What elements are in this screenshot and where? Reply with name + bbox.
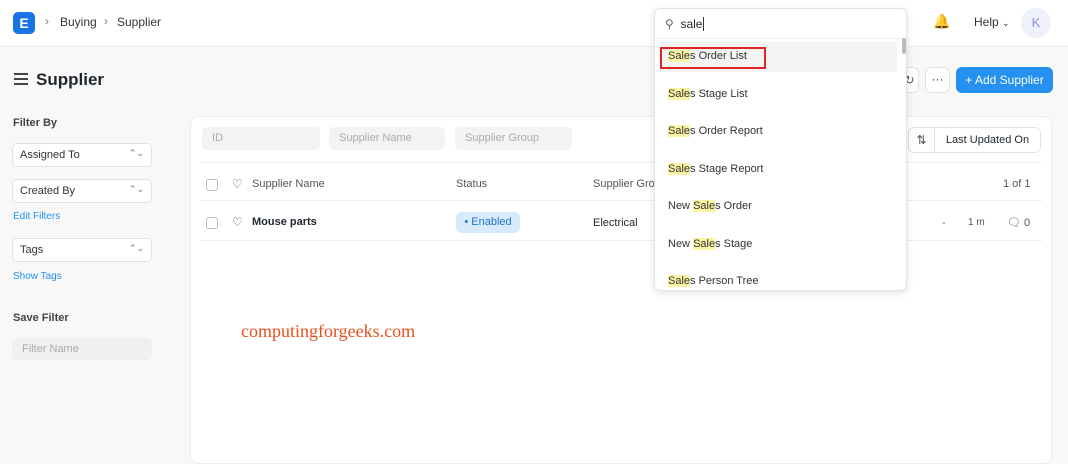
- tags-select[interactable]: Tags ⌃⌄: [12, 238, 152, 262]
- chevron-right-icon: ›: [45, 14, 49, 28]
- add-supplier-button[interactable]: + Add Supplier: [956, 67, 1053, 93]
- select-all-checkbox[interactable]: [206, 179, 218, 191]
- result-text: s Stage List: [690, 87, 748, 100]
- match-highlight: Sale: [668, 125, 691, 137]
- assigned-to-label: Assigned To: [20, 149, 80, 161]
- row-checkbox[interactable]: [206, 217, 218, 229]
- comment-icon: 🗨: [1007, 217, 1021, 229]
- help-menu[interactable]: Help ⌄: [974, 15, 1010, 29]
- page-title: Supplier: [36, 70, 105, 89]
- filter-by-label: Filter By: [13, 117, 58, 129]
- result-text: s Stage: [715, 237, 753, 250]
- search-result-item[interactable]: New Sales Order: [660, 192, 897, 222]
- search-result-item[interactable]: Sales Stage Report: [660, 155, 897, 185]
- help-label: Help: [974, 15, 999, 29]
- search-result-item[interactable]: Sales Person Tree: [660, 267, 897, 290]
- divider: [200, 240, 1042, 241]
- match-highlight: Sale: [693, 200, 716, 212]
- chevron-updown-icon: ⌃⌄: [128, 148, 144, 158]
- supplier-group-filter[interactable]: Supplier Group: [455, 127, 572, 150]
- search-result-item[interactable]: Sales Order Report: [660, 117, 897, 147]
- app-logo[interactable]: E: [13, 12, 35, 34]
- chevron-down-icon: ⌄: [1002, 18, 1010, 28]
- match-highlight: Sale: [668, 162, 691, 175]
- header-supplier-name: Supplier Name: [252, 178, 325, 190]
- status-badge: • Enabled: [456, 212, 520, 233]
- sort-select[interactable]: Last Updated On: [934, 127, 1041, 153]
- divider: [200, 162, 1042, 163]
- save-filter-label: Save Filter: [13, 312, 69, 324]
- watermark: computingforgeeks.com: [241, 321, 416, 341]
- match-highlight: Sale: [668, 275, 691, 287]
- chevron-right-icon: ›: [104, 14, 108, 28]
- chevron-updown-icon: ⌃⌄: [128, 243, 144, 253]
- supplier-name-link[interactable]: Mouse parts: [252, 216, 317, 228]
- result-text: s Order: [715, 200, 752, 212]
- result-count: 1 of 1: [1003, 178, 1031, 190]
- dropdown-scrollbar[interactable]: [902, 38, 906, 54]
- selection-highlight-box: [660, 47, 766, 69]
- search-result-item[interactable]: New Sales Stage: [660, 230, 897, 260]
- topbar: E › Buying › Supplier 🔔 Help ⌄ K: [0, 0, 1068, 47]
- breadcrumb-buying[interactable]: Buying: [60, 15, 97, 29]
- header-supplier-group: Supplier Gro: [593, 178, 655, 190]
- created-by-select[interactable]: Created By ⌃⌄: [12, 179, 152, 203]
- comment-count: 🗨 0: [1007, 216, 1030, 229]
- result-text: New: [668, 237, 694, 250]
- avatar[interactable]: K: [1021, 8, 1051, 38]
- id-filter[interactable]: ID: [202, 127, 320, 150]
- result-text: s Person Tree: [690, 275, 759, 287]
- bell-icon[interactable]: 🔔: [933, 13, 950, 30]
- status-text: Enabled: [471, 216, 512, 228]
- tags-label: Tags: [20, 244, 44, 256]
- sidebar-toggle-icon[interactable]: [14, 73, 28, 88]
- dash: -: [942, 217, 946, 229]
- search-icon: ⚲: [665, 17, 674, 31]
- result-text: s Order Report: [690, 125, 763, 137]
- header-status: Status: [456, 178, 488, 190]
- match-highlight: Sale: [668, 87, 691, 100]
- show-tags-link[interactable]: Show Tags: [13, 271, 62, 282]
- divider: [200, 200, 1042, 201]
- result-text: s Stage Report: [690, 162, 764, 175]
- assigned-to-select[interactable]: Assigned To ⌃⌄: [12, 143, 152, 167]
- modified-time: 1 m: [968, 217, 985, 228]
- comment-count-value: 0: [1024, 217, 1031, 229]
- supplier-name-filter[interactable]: Supplier Name: [329, 127, 445, 150]
- heart-icon: ♡: [232, 177, 243, 191]
- like-heart-icon[interactable]: ♡: [232, 215, 243, 229]
- search-result-item[interactable]: Sales Stage List: [660, 80, 897, 110]
- chevron-updown-icon: ⌃⌄: [128, 184, 144, 194]
- result-text: New: [668, 200, 694, 212]
- search-input[interactable]: ⚲ sale: [655, 9, 906, 39]
- search-query: sale: [680, 17, 703, 31]
- list-card: [190, 116, 1052, 464]
- match-highlight: Sale: [693, 237, 716, 250]
- more-button[interactable]: ···: [925, 67, 950, 93]
- edit-filters-link[interactable]: Edit Filters: [13, 211, 60, 222]
- breadcrumb-supplier[interactable]: Supplier: [117, 15, 161, 29]
- filter-name-input[interactable]: Filter Name: [12, 338, 152, 360]
- sort-direction-icon[interactable]: ⇅: [908, 127, 935, 153]
- supplier-group-value: Electrical: [593, 217, 638, 229]
- created-by-label: Created By: [20, 185, 76, 197]
